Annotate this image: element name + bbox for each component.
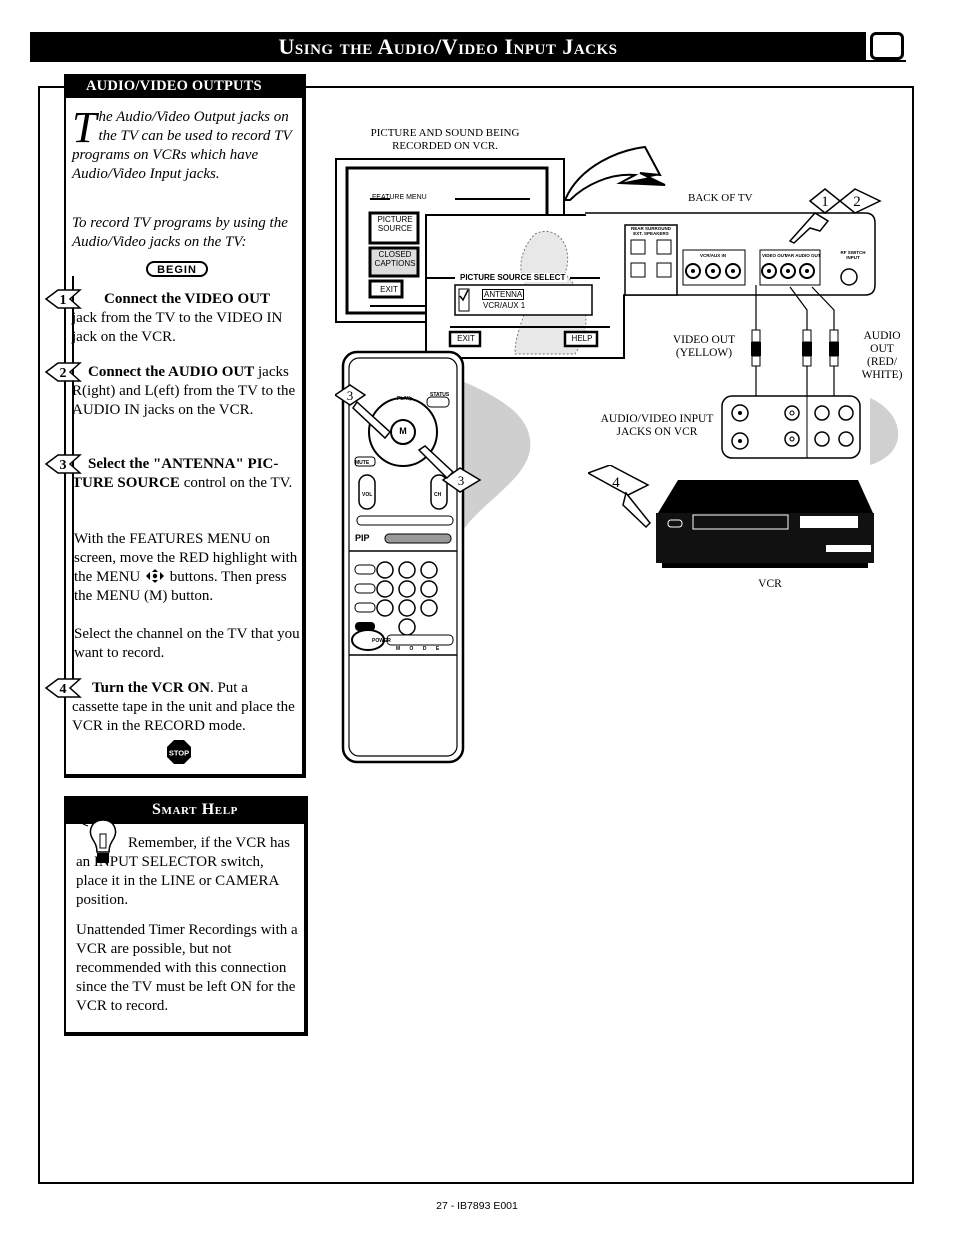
step-3-text: control on the TV. xyxy=(179,475,293,491)
smart-help-tip: Remember, if the VCR has an INPUT SELECT… xyxy=(76,835,291,908)
var-audio-out-label: VAR AUDIO OUT xyxy=(785,253,821,258)
svg-text:2: 2 xyxy=(853,194,861,210)
title-divider xyxy=(30,60,906,62)
overlay-exit-button[interactable]: EXIT xyxy=(452,334,480,343)
step-1-text: jack from the TV to the VIDEO IN jack on… xyxy=(72,310,283,345)
rear-surround-label: REAR SURROUND EXT. SPEAKERS xyxy=(630,226,671,236)
step-2: Connect the AUDIO OUT jacks R(ight) and … xyxy=(72,363,298,420)
svg-text:1: 1 xyxy=(821,194,829,210)
step-3-detail-channel: Select the channel on the TV that you wa… xyxy=(74,626,300,661)
av-input-jacks-label: AUDIO/VIDEO INPUT JACKS ON VCR xyxy=(600,413,714,438)
step-1-heading: Connect the VIDEO OUT xyxy=(104,291,270,307)
vcr-illustration: 4 xyxy=(588,465,874,568)
callout-1-2-hand-icon: 1 2 xyxy=(788,188,882,244)
menu-arrows-icon xyxy=(146,569,164,583)
intro-instruction: To record TV programs by using the Audio… xyxy=(72,215,288,250)
page-title: Using the Audio/Video Input Jacks xyxy=(30,32,866,60)
menu-item-picture-source[interactable]: PICTURE SOURCE xyxy=(373,215,417,233)
feature-menu-title: FEATURE MENU xyxy=(372,194,427,201)
svg-text:4: 4 xyxy=(612,475,620,491)
step-4-heading: Turn the VCR ON xyxy=(92,680,210,696)
back-of-tv-label: BACK OF TV xyxy=(688,192,753,204)
remote-menu-button[interactable]: M xyxy=(399,426,407,436)
begin-badge: BEGIN xyxy=(146,261,208,277)
option-antenna[interactable]: ANTENNA xyxy=(482,289,525,300)
step-1: Connect the VIDEO OUT jack from the TV t… xyxy=(72,290,298,347)
remote-play-label: PLAY▶ xyxy=(397,396,414,402)
recording-caption: PICTURE AND SOUND BEING RECORDED ON VCR. xyxy=(370,127,520,152)
remote-mute-button[interactable]: MUTE xyxy=(355,460,369,466)
svg-text:2: 2 xyxy=(60,366,67,381)
step-3: Select the "ANTENNA" PIC-TURE SOURCE con… xyxy=(72,455,298,493)
vcr-label: VCR xyxy=(758,578,782,590)
picture-source-select-title: PICTURE SOURCE SELECT xyxy=(458,273,568,282)
section-tab xyxy=(870,32,904,60)
page-footer: 27 - IB7893 E001 xyxy=(436,1200,518,1212)
svg-text:STOP: STOP xyxy=(169,749,189,758)
svg-text:3: 3 xyxy=(60,458,67,473)
svg-text:4: 4 xyxy=(60,682,67,697)
overlay-help-button[interactable]: HELP xyxy=(567,334,597,343)
svg-text:3: 3 xyxy=(458,473,465,488)
menu-item-exit[interactable]: EXIT xyxy=(376,285,402,294)
remote-power-button[interactable]: POWER xyxy=(372,638,391,644)
drop-cap: T xyxy=(72,103,97,152)
remote-control-illustration: 3 3 xyxy=(335,350,531,764)
vcr-jack-panel xyxy=(721,395,899,465)
audio-out-red-white-label: AUDIO OUT (RED/ WHITE) xyxy=(861,330,903,381)
intro-text: he Audio/Video Output jacks on the TV ca… xyxy=(72,109,292,182)
remote-vol-button[interactable]: VOL xyxy=(362,492,372,498)
step-4: Turn the VCR ON. Put a cassette tape in … xyxy=(72,679,298,736)
menu-item-closed-captions[interactable]: CLOSED CAPTIONS xyxy=(373,250,417,268)
step-2-heading: Connect the AUDIO OUT xyxy=(88,364,255,380)
stop-sign-icon: STOP xyxy=(167,740,191,764)
option-vcr-aux-1[interactable]: VCR/AUX 1 xyxy=(483,301,525,310)
remote-ch-button[interactable]: CH xyxy=(434,492,441,498)
video-out-jack-label: VIDEO OUT xyxy=(762,253,787,258)
svg-text:1: 1 xyxy=(60,293,67,308)
step-3-detail-menu: With the FEATURES MENU on screen, move t… xyxy=(74,530,300,606)
outputs-header: AUDIO/VIDEO OUTPUTS xyxy=(64,74,306,98)
curved-arrow-icon xyxy=(563,145,666,201)
smart-help-note: Unattended Timer Recordings with a VCR a… xyxy=(76,922,298,1014)
svg-text:3: 3 xyxy=(347,388,354,403)
vcr-aux-in-label: VCR/AUX IN xyxy=(700,253,727,258)
remote-mode-label: M O D E xyxy=(396,646,444,652)
remote-pip-label: PIP xyxy=(355,533,370,543)
video-out-yellow-label: VIDEO OUT (YELLOW) xyxy=(672,334,736,359)
intro-paragraph: The Audio/Video Output jacks on the TV c… xyxy=(72,103,298,184)
remote-status-button[interactable]: STATUS xyxy=(430,392,449,398)
